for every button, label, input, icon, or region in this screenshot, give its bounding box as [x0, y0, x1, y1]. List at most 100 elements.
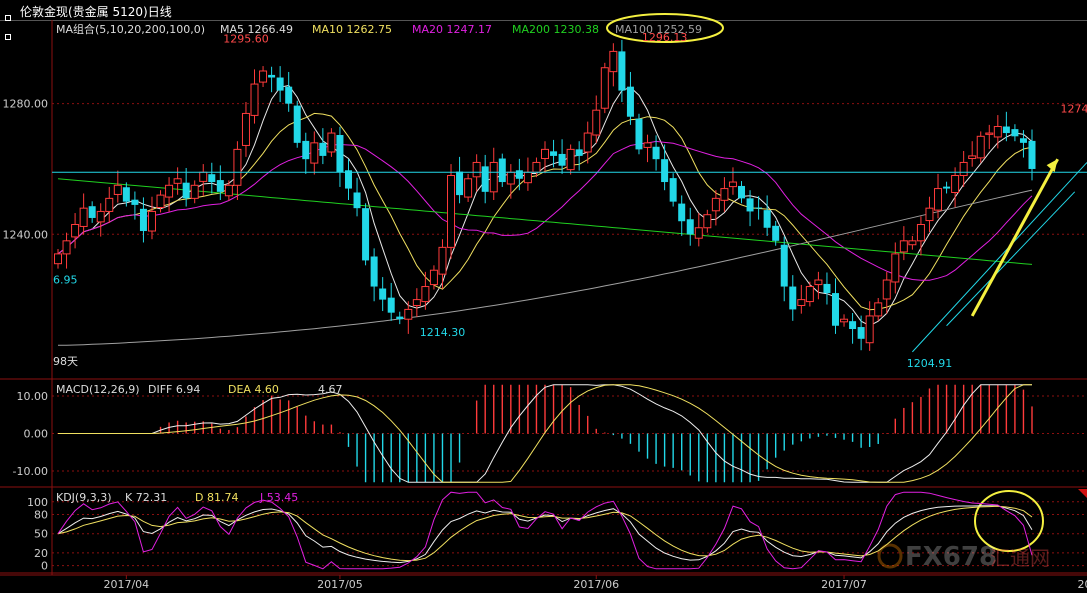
price-annotation: 1274.25: [1061, 102, 1087, 115]
price-annotation: 1214.30: [420, 326, 466, 339]
candle-body: [1002, 126, 1010, 134]
candle-body: [481, 166, 489, 192]
ma200-line: [57, 178, 1033, 265]
candle-body: [583, 132, 592, 153]
candle-body: [327, 132, 336, 153]
candle-body: [652, 146, 660, 160]
candle-body: [1028, 140, 1036, 169]
candle-body: [498, 158, 506, 183]
candle-body: [412, 299, 421, 306]
candle-body: [438, 246, 447, 275]
candle-body: [566, 148, 575, 171]
candle-body: [840, 318, 849, 323]
kdj-tick-label: 0: [41, 560, 48, 573]
candle-body: [472, 161, 481, 178]
candle-body: [190, 184, 199, 199]
ma-legend-ma20: MA20 1247.17: [412, 23, 492, 36]
candle-body: [506, 171, 515, 185]
candle-body: [156, 194, 165, 209]
candle-body: [387, 297, 395, 313]
candle-body: [600, 67, 609, 109]
x-tick-label: 2017/06: [573, 578, 619, 591]
kdj-tick-label: 20: [34, 547, 48, 560]
candle-body: [241, 112, 250, 146]
macd-tick-label: -10.00: [13, 465, 48, 478]
candle-body: [344, 170, 352, 189]
candle-body: [362, 208, 370, 261]
candle-body: [763, 210, 771, 228]
candle-body: [703, 214, 712, 229]
candle-body: [558, 153, 566, 166]
candle-body: [182, 182, 190, 199]
candle-body: [746, 198, 754, 212]
x-tick-label: 2017/07: [821, 578, 867, 591]
kdj-tick-label: 50: [34, 528, 48, 541]
candle-body: [943, 186, 951, 189]
candle-body: [1019, 138, 1027, 143]
watermark-suffix: 汇通网: [990, 546, 1050, 570]
candle-body: [891, 253, 900, 283]
candle-body: [88, 206, 96, 218]
candle-body: [353, 192, 361, 209]
candle-body: [71, 223, 80, 238]
ma-legend-ma100: MA100 1252.59: [615, 23, 702, 36]
candle-body: [165, 184, 174, 198]
candle-body: [489, 161, 498, 193]
candle-body: [285, 86, 293, 104]
x-tick-label: 2017/04: [103, 578, 149, 591]
candle-body: [429, 269, 438, 286]
kdj-legend-title: KDJ(9,3,3): [56, 491, 112, 504]
candle-body: [523, 171, 532, 184]
candle-body: [54, 253, 62, 265]
candle-body: [755, 207, 763, 209]
candle-body: [849, 321, 857, 330]
macd-legend-title: MACD(12,26,9): [56, 383, 140, 396]
candle-body: [532, 161, 541, 173]
candle-body: [738, 185, 746, 199]
candle-body: [882, 279, 891, 300]
candle-body: [173, 178, 182, 184]
candle-body: [823, 283, 831, 294]
candle-body: [831, 293, 839, 326]
macd-legend-item: DEA 4.60: [228, 383, 279, 396]
kdj-tick-label: 80: [34, 509, 48, 522]
candle-body: [421, 286, 430, 303]
stock-chart: 1280.001240.001295.601296.131274.251214.…: [0, 13, 1087, 591]
candle-body: [968, 155, 977, 160]
candle-body: [541, 148, 549, 160]
candle-body: [199, 171, 208, 182]
candle-body: [592, 109, 601, 136]
candle-body: [797, 299, 806, 306]
price-tick-label: 1280.00: [3, 98, 49, 111]
candle-body: [250, 83, 259, 116]
candle-body: [720, 188, 729, 201]
candle-body: [814, 279, 823, 286]
kdj-legend-item: J 53.45: [259, 491, 298, 504]
candle-body: [669, 178, 677, 202]
candle-body: [302, 140, 310, 160]
candle-body: [575, 149, 583, 156]
candle-body: [122, 187, 130, 202]
candle-body: [609, 50, 618, 73]
candle-body: [694, 227, 703, 239]
candle-body: [268, 74, 276, 78]
candle-body: [105, 197, 114, 212]
candle-body: [62, 240, 71, 255]
kdj-legend-item: K 72.31: [125, 491, 167, 504]
watermark-logo: FX678: [905, 542, 997, 572]
candle-body: [678, 203, 686, 222]
candle-body: [780, 244, 788, 287]
ma-legend-ma5: MA5 1266.49: [220, 23, 293, 36]
candle-body: [805, 286, 814, 303]
candle-body: [113, 184, 122, 195]
candle-body: [139, 208, 147, 232]
candle-body: [216, 180, 224, 192]
candle-body: [224, 184, 233, 197]
price-tick-label: 1240.00: [3, 228, 49, 241]
candle-body: [772, 225, 780, 241]
candle-body: [79, 207, 88, 227]
candle-body: [447, 175, 456, 248]
ma-legend-title: MA组合(5,10,20,200,100,0): [56, 22, 205, 36]
candle-body: [550, 151, 558, 156]
candle-body: [233, 148, 242, 186]
